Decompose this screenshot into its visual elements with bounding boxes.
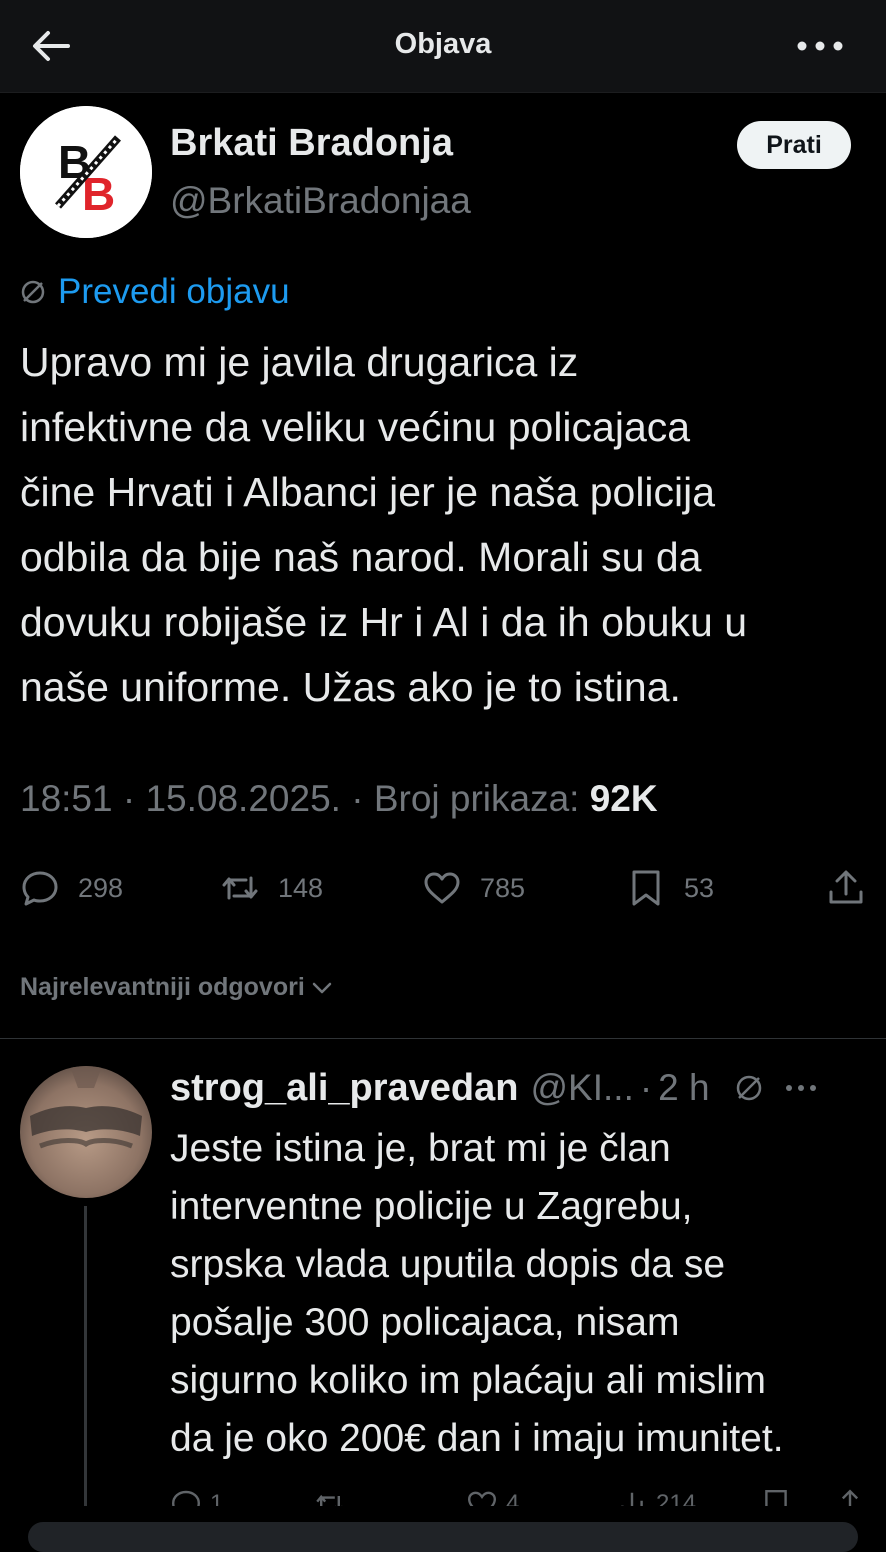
reply-count: 298 [78, 872, 124, 903]
reply-avatar[interactable] [20, 1066, 152, 1198]
repost-button[interactable]: 148 [220, 862, 323, 914]
tweet-actions: 298 148 785 53 [0, 862, 886, 914]
more-icon[interactable] [794, 30, 846, 62]
reply-avatar-image [20, 1066, 152, 1198]
share-icon [829, 870, 863, 904]
repost-icon [222, 876, 258, 900]
bookmark-icon [632, 870, 660, 906]
chevron-down-icon [312, 982, 332, 993]
view-count: 92K [589, 778, 658, 819]
reply-icon [22, 871, 58, 906]
reply-sort-label: Najrelevantniji odgovori [20, 973, 305, 1001]
more-icon[interactable] [784, 1078, 818, 1098]
reply-button[interactable]: 298 [20, 862, 123, 914]
top-bar: Objava [0, 0, 886, 93]
translate-label[interactable]: Prevedi objavu [58, 272, 290, 312]
author-handle[interactable]: @BrkatiBradonjaa [170, 180, 471, 222]
reply-header: strog_ali_pravedan @KI... · 2 h [170, 1062, 818, 1114]
share-button[interactable] [826, 862, 866, 914]
like-icon [424, 872, 460, 904]
bookmark-button[interactable]: 53 [626, 862, 714, 914]
author-avatar[interactable]: B B [20, 106, 152, 238]
separator-dot: · [639, 1067, 653, 1108]
follow-button[interactable]: Prati [737, 121, 851, 169]
tweet-timestamp: 18:51 · 15.08.2025. · Broj prikaza: [20, 778, 590, 819]
reply-timestamp: 2 h [658, 1067, 710, 1108]
reply-sort-dropdown[interactable]: Najrelevantniji odgovori [20, 973, 335, 1002]
reply-author-handle[interactable]: @KI... [530, 1067, 633, 1109]
page-title: Objava [394, 28, 492, 60]
tweet-text: Upravo mi je javila drugarica iz infekti… [20, 339, 748, 710]
bookmark-count: 53 [684, 872, 715, 903]
like-count: 785 [480, 872, 526, 903]
brand-logo: B B [20, 106, 152, 238]
like-button[interactable]: 785 [422, 862, 525, 914]
reply-author-name[interactable]: strog_ali_pravedan [170, 1067, 518, 1110]
globe-icon [21, 280, 45, 304]
thread-line [84, 1206, 87, 1506]
globe-icon [736, 1075, 761, 1101]
reply-text: Jeste istina je, brat mi je član interve… [170, 1127, 784, 1460]
divider [0, 1038, 886, 1039]
tweet-meta: 18:51 · 15.08.2025. · Broj prikaza: 92K [20, 778, 658, 820]
author-name[interactable]: Brkati Bradonja [170, 122, 453, 165]
translate-link[interactable]: Prevedi objavu [20, 270, 290, 314]
repost-count: 148 [278, 872, 324, 903]
reply-composer-bar[interactable] [28, 1522, 858, 1552]
